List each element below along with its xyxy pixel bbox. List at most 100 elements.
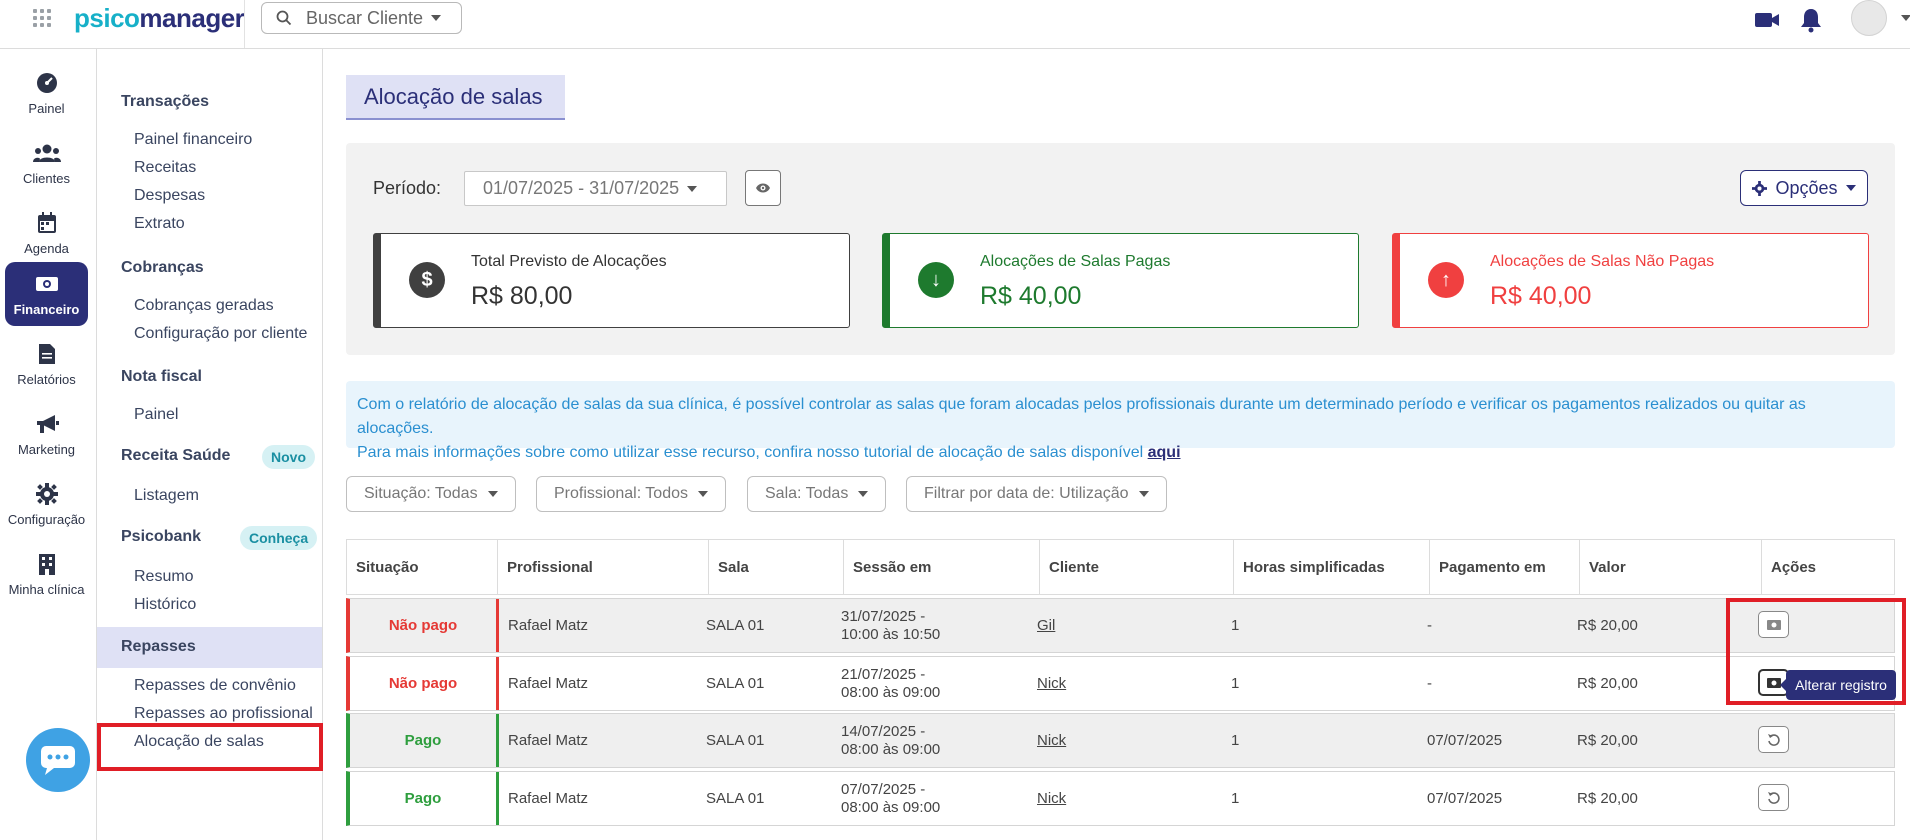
undo-payment-button[interactable] bbox=[1758, 726, 1789, 753]
filter-situacao[interactable]: Situação: Todas bbox=[346, 476, 516, 512]
subnav-listagem[interactable]: Listagem bbox=[134, 487, 199, 505]
subnav-receitas[interactable]: Receitas bbox=[134, 159, 196, 177]
client-cell: Gil bbox=[1037, 599, 1231, 652]
col-profissional: Profissional bbox=[497, 540, 708, 594]
card-value: R$ 40,00 bbox=[980, 282, 1082, 310]
hours-cell: 1 bbox=[1231, 732, 1240, 749]
rail-item-financeiro[interactable]: Financeiro bbox=[5, 262, 88, 326]
app-logo[interactable]: psicomanager bbox=[74, 3, 245, 34]
subnav-historico[interactable]: Histórico bbox=[134, 596, 196, 614]
search-client-button[interactable]: Buscar Cliente bbox=[261, 2, 462, 34]
filter-label: Situação: Todas bbox=[364, 485, 478, 502]
chevron-down-icon bbox=[431, 15, 442, 21]
rail-item-label: Minha clínica bbox=[8, 581, 85, 597]
status-cell: Não pago bbox=[388, 675, 458, 692]
payment-date-cell: 07/07/2025 bbox=[1427, 790, 1503, 807]
rail-item-label: Financeiro bbox=[13, 301, 80, 317]
apps-grid-icon[interactable] bbox=[33, 9, 51, 27]
session-date: 31/07/2025 - bbox=[841, 607, 926, 625]
novo-badge: Novo bbox=[262, 445, 315, 469]
tutorial-link[interactable]: aqui bbox=[1148, 444, 1181, 461]
section-transacoes: Transações bbox=[121, 93, 210, 110]
subnav-cobrancas-geradas[interactable]: Cobranças geradas bbox=[134, 297, 274, 315]
client-link[interactable]: Nick bbox=[1037, 790, 1066, 807]
subnav-despesas[interactable]: Despesas bbox=[134, 187, 205, 205]
filter-profissional[interactable]: Profissional: Todos bbox=[536, 476, 726, 512]
period-label: Período: bbox=[373, 178, 442, 198]
conheca-badge[interactable]: Conheça bbox=[240, 526, 318, 550]
undo-payment-button[interactable] bbox=[1758, 784, 1789, 811]
dashboard-icon bbox=[36, 72, 57, 93]
filter-label: Filtrar por data de: Utilização bbox=[924, 485, 1129, 502]
section-psicobank: Psicobank bbox=[121, 528, 202, 545]
subnav-nf-painel[interactable]: Painel bbox=[134, 406, 178, 424]
logo-text-psico: psico bbox=[74, 3, 140, 33]
rail-item-agenda[interactable]: Agenda bbox=[5, 201, 88, 265]
period-value: 01/07/2025 - 31/07/2025 bbox=[483, 178, 680, 198]
client-link[interactable]: Nick bbox=[1037, 675, 1066, 692]
client-cell: Nick bbox=[1037, 714, 1231, 767]
arrow-up-icon: ↑ bbox=[1428, 262, 1464, 298]
payment-date-cell: - bbox=[1427, 617, 1432, 634]
period-select[interactable]: 01/07/2025 - 31/07/2025 bbox=[464, 171, 727, 206]
subnav-config-cliente[interactable]: Configuração por cliente bbox=[134, 325, 307, 343]
session-cell: 21/07/2025 -08:00 às 09:00 bbox=[841, 657, 1037, 710]
session-date: 14/07/2025 - bbox=[841, 722, 926, 740]
chat-support-button[interactable] bbox=[26, 728, 90, 792]
room-cell: SALA 01 bbox=[706, 790, 765, 807]
building-icon bbox=[38, 553, 55, 575]
rail-item-label: Configuração bbox=[7, 511, 86, 527]
table-row: Pago Rafael Matz SALA 01 07/07/2025 -08:… bbox=[346, 771, 1895, 826]
filter-data[interactable]: Filtrar por data de: Utilização bbox=[906, 476, 1167, 512]
section-nota-fiscal: Nota fiscal bbox=[121, 368, 202, 385]
rail-item-marketing[interactable]: Marketing bbox=[5, 402, 88, 466]
subnav-painel-financeiro[interactable]: Painel financeiro bbox=[134, 131, 252, 149]
chevron-down-icon[interactable] bbox=[1901, 15, 1910, 21]
bell-icon[interactable] bbox=[1798, 6, 1824, 34]
rail-item-label: Relatórios bbox=[17, 371, 76, 387]
gear-icon bbox=[35, 482, 58, 505]
session-cell: 07/07/2025 -08:00 às 09:00 bbox=[841, 772, 1037, 825]
hours-cell: 1 bbox=[1231, 617, 1240, 634]
rail-item-configuracao[interactable]: Configuração bbox=[5, 472, 88, 536]
rail-item-clientes[interactable]: Clientes bbox=[5, 131, 88, 195]
card-pagas: ↓ Alocações de Salas Pagas R$ 40,00 bbox=[882, 233, 1359, 328]
highlight-box-alocacao bbox=[97, 723, 323, 771]
chevron-down-icon bbox=[687, 185, 698, 192]
client-link[interactable]: Gil bbox=[1037, 617, 1055, 634]
client-link[interactable]: Nick bbox=[1037, 732, 1066, 749]
session-time: 10:00 às 10:50 bbox=[841, 625, 941, 643]
status-cell: Pago bbox=[404, 790, 442, 807]
session-cell: 31/07/2025 -10:00 às 10:50 bbox=[841, 599, 1037, 652]
session-cell: 14/07/2025 -08:00 às 09:00 bbox=[841, 714, 1037, 767]
subnav-repasses-convenio[interactable]: Repasses de convênio bbox=[134, 677, 296, 695]
table-row: Não pago Rafael Matz SALA 01 31/07/2025 … bbox=[346, 598, 1895, 653]
session-time: 08:00 às 09:00 bbox=[841, 683, 941, 701]
highlight-box-acoes bbox=[1726, 598, 1906, 705]
col-sessao: Sessão em bbox=[843, 540, 1039, 594]
col-pagamento: Pagamento em bbox=[1429, 540, 1579, 594]
options-button[interactable]: Opções bbox=[1740, 170, 1868, 206]
col-valor: Valor bbox=[1579, 540, 1761, 594]
subnav-repasses-profissional[interactable]: Repasses ao profissional bbox=[134, 705, 313, 723]
room-cell: SALA 01 bbox=[706, 617, 765, 634]
filter-sala[interactable]: Sala: Todas bbox=[747, 476, 887, 512]
status-cell: Pago bbox=[404, 732, 442, 749]
money-icon bbox=[35, 276, 58, 291]
rail-item-relatorios[interactable]: Relatórios bbox=[5, 332, 88, 396]
rail-item-minha-clinica[interactable]: Minha clínica bbox=[5, 542, 88, 606]
rail-item-label: Painel bbox=[28, 100, 65, 116]
toggle-visibility-button[interactable] bbox=[745, 170, 781, 206]
professional-cell: Rafael Matz bbox=[496, 599, 707, 652]
col-sala: Sala bbox=[708, 540, 843, 594]
hours-cell: 1 bbox=[1231, 675, 1240, 692]
payment-date-cell: 07/07/2025 bbox=[1427, 732, 1503, 749]
subnav-resumo[interactable]: Resumo bbox=[134, 568, 194, 586]
avatar[interactable] bbox=[1851, 0, 1887, 36]
subnav-extrato[interactable]: Extrato bbox=[134, 215, 185, 233]
gear-icon bbox=[1752, 180, 1768, 196]
chevron-down-icon bbox=[487, 491, 498, 497]
page-title: Alocação de salas bbox=[346, 75, 565, 120]
video-camera-icon[interactable] bbox=[1753, 6, 1781, 34]
rail-item-painel[interactable]: Painel bbox=[5, 61, 88, 125]
